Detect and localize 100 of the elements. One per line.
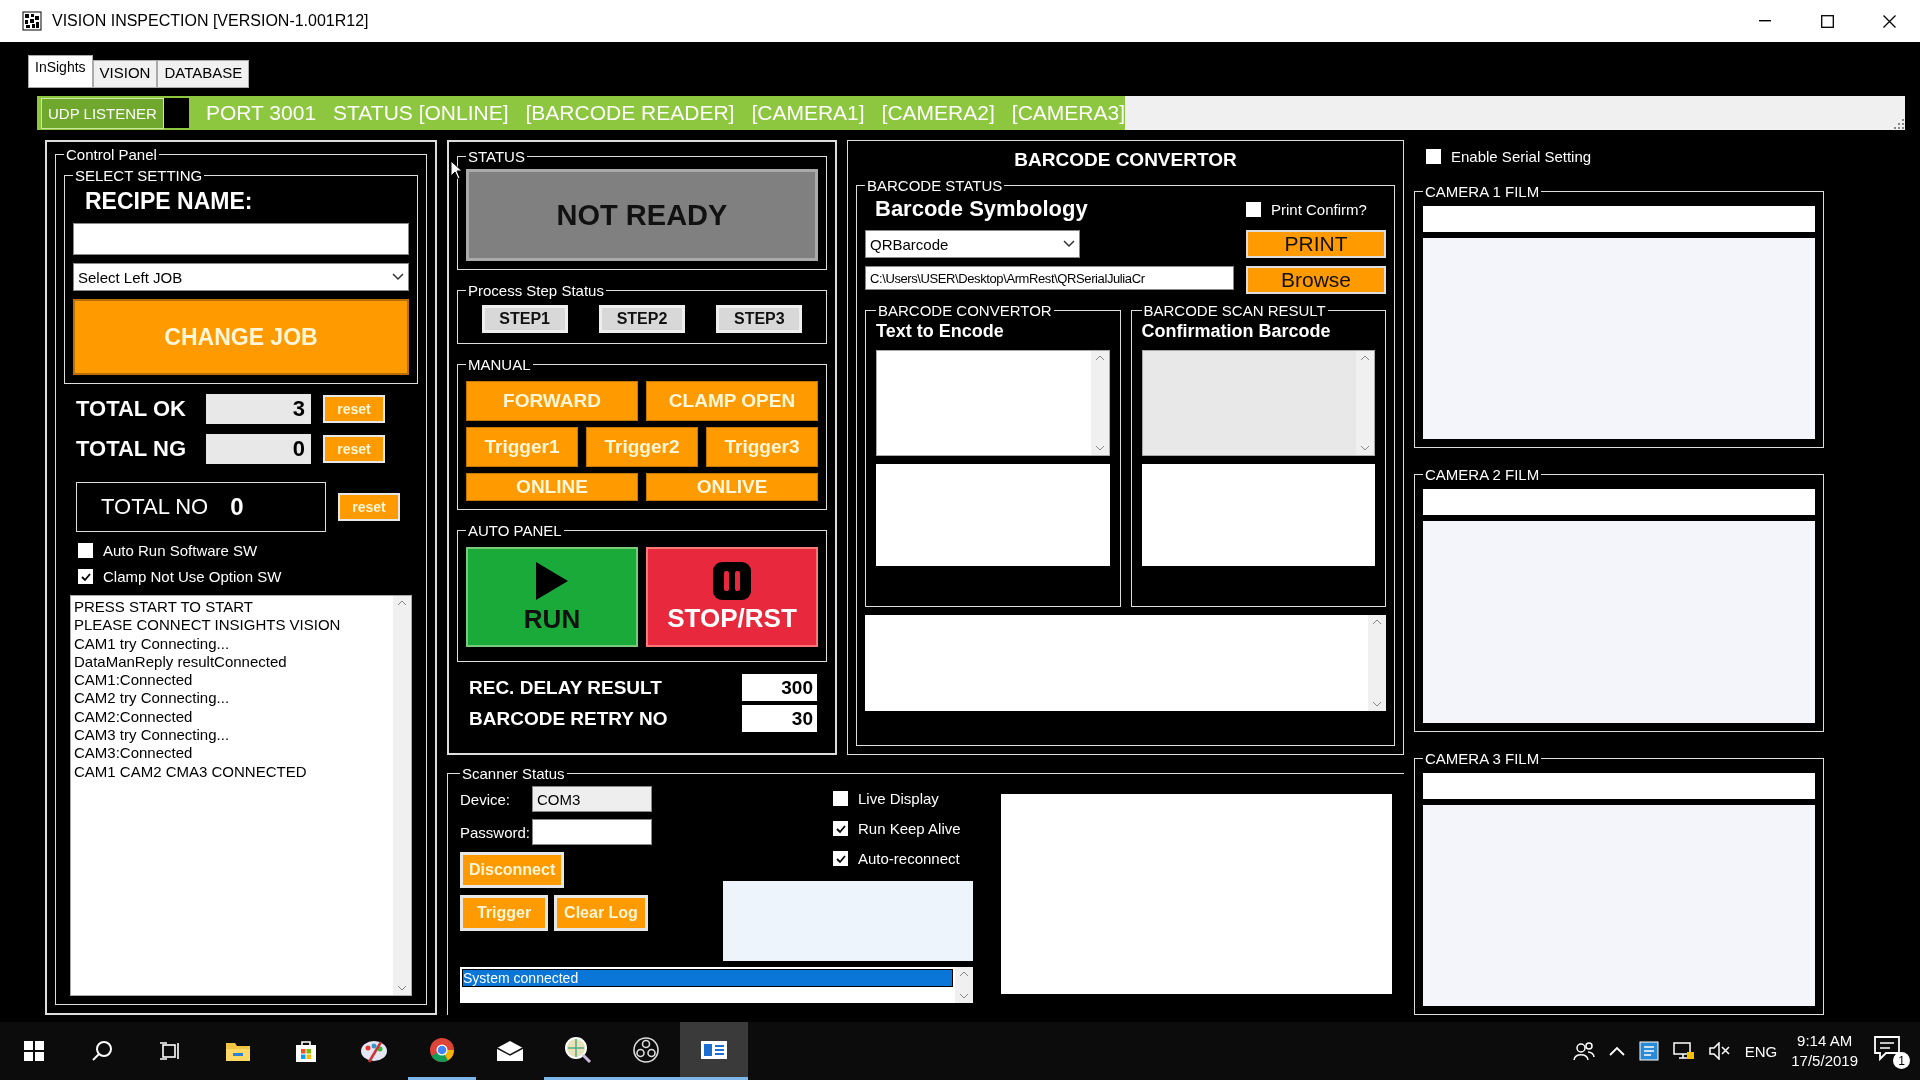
status-item: STATUS [ONLINE] xyxy=(333,101,509,125)
browser-icon[interactable] xyxy=(429,1036,455,1063)
search-icon[interactable] xyxy=(91,1040,113,1062)
scroll-up-icon[interactable] xyxy=(1372,619,1382,625)
checkbox[interactable] xyxy=(833,851,848,866)
magnifier-globe-icon[interactable] xyxy=(564,1035,592,1064)
log-line: CAM2:Connected xyxy=(74,707,194,727)
checkbox[interactable] xyxy=(78,569,93,584)
setting-field[interactable]: 300 xyxy=(742,674,817,701)
recipe-label: RECIPE NAME: xyxy=(84,188,254,215)
palette-icon[interactable] xyxy=(359,1038,389,1064)
counter-label: TOTAL NO xyxy=(101,494,209,520)
path-field[interactable]: C:\Users\USER\Desktop\ArmRest\QRSerialJuliaCr xyxy=(865,266,1234,290)
app-tray-icon[interactable] xyxy=(1638,1041,1659,1061)
minimize-icon[interactable] xyxy=(1759,20,1771,22)
run-button[interactable]: RUN xyxy=(466,547,638,647)
scroll-up-icon[interactable] xyxy=(1094,355,1105,361)
group-title: Process Step Status xyxy=(467,282,605,299)
listener-label: UDP LISTENER xyxy=(41,97,164,129)
network-icon[interactable] xyxy=(1672,1041,1695,1061)
checkbox[interactable] xyxy=(1246,201,1261,217)
symbology-label: Barcode Symbology xyxy=(874,196,1089,222)
scrollbar[interactable] xyxy=(1090,351,1109,455)
group-title: Control Panel xyxy=(65,146,158,163)
setting-field[interactable]: 30 xyxy=(742,705,817,732)
status-item: [CAMERA1] xyxy=(751,101,865,125)
group-title: CAMERA 2 FILM xyxy=(1424,466,1541,484)
checkbox[interactable] xyxy=(833,821,848,836)
group-title: AUTO PANEL xyxy=(467,522,563,539)
scroll-up-icon[interactable] xyxy=(1360,355,1370,361)
scroll-down-icon[interactable] xyxy=(1372,701,1382,707)
counter-value: 0 xyxy=(230,493,244,521)
people-icon[interactable] xyxy=(1572,1041,1595,1061)
status-item: [BARCODE READER] xyxy=(525,101,735,125)
counter-label: TOTAL OK xyxy=(76,396,187,422)
chevron-up-icon[interactable] xyxy=(1608,1046,1625,1056)
log-line: DataManReply resultConnected xyxy=(74,652,288,672)
disc-icon[interactable] xyxy=(633,1036,659,1063)
checkbox-label: Enable Serial Setting xyxy=(1451,148,1592,165)
speaker-muted-icon[interactable] xyxy=(1708,1042,1731,1060)
log-line: PRESS START TO START xyxy=(74,598,254,617)
close-icon[interactable] xyxy=(1882,14,1896,28)
envelope-icon[interactable] xyxy=(496,1040,524,1062)
scroll-down-icon[interactable] xyxy=(397,985,407,991)
group-title: CAMERA 1 FILM xyxy=(1424,183,1541,200)
shopping-bag-icon[interactable] xyxy=(294,1039,318,1063)
list-item[interactable]: System connected xyxy=(462,969,953,987)
symbology-dropdown[interactable]: QRBarcode xyxy=(865,230,1080,258)
window-title: VISION INSPECTION [VERSION-1.001R12] xyxy=(52,12,370,30)
mouse-pointer-icon xyxy=(450,160,464,180)
play-icon xyxy=(534,559,570,602)
scrollbar[interactable] xyxy=(1356,351,1374,455)
browse-button[interactable]: Browse xyxy=(1246,266,1386,294)
checkbox[interactable] xyxy=(1426,149,1441,164)
tab[interactable]: VISION xyxy=(92,60,158,88)
scrollbar[interactable] xyxy=(393,596,411,995)
step-button[interactable]: STEP3 xyxy=(716,305,803,333)
status-indicator: NOT READY xyxy=(466,169,818,261)
log-line: CAM3:Connected xyxy=(74,744,194,763)
log-line: CAM1 CAM2 CMA3 CONNECTED xyxy=(74,762,308,781)
clock-time[interactable]: 9:14 AM xyxy=(1797,1031,1853,1051)
tab[interactable]: DATABASE xyxy=(157,60,250,88)
checkbox[interactable] xyxy=(833,791,848,806)
step-button[interactable]: STEP1 xyxy=(481,305,568,333)
tab[interactable]: InSights xyxy=(28,55,93,88)
indicator-box xyxy=(163,98,189,128)
scroll-down-icon[interactable] xyxy=(1094,445,1105,451)
clock-date[interactable]: 17/5/2019 xyxy=(1791,1051,1858,1071)
device-field[interactable]: COM3 xyxy=(532,786,652,812)
checkbox-label: Auto-reconnect xyxy=(858,850,960,867)
group-title: CAMERA 3 FILM xyxy=(1424,749,1541,767)
start-icon[interactable] xyxy=(24,1041,44,1061)
scroll-up-icon[interactable] xyxy=(959,971,969,977)
field-label: Text to Encode xyxy=(876,321,1005,342)
scroll-down-icon[interactable] xyxy=(1360,445,1370,451)
counter-value: 0 xyxy=(206,434,311,464)
scroll-down-icon[interactable] xyxy=(959,993,969,999)
scroll-up-icon[interactable] xyxy=(397,600,407,606)
folder-icon[interactable] xyxy=(225,1040,251,1062)
recipe-field[interactable] xyxy=(73,223,409,255)
scrollbar[interactable] xyxy=(1368,615,1386,711)
log-line: CAM3 try Connecting... xyxy=(74,726,231,745)
job-dropdown[interactable]: Select Left JOB xyxy=(73,263,409,291)
resize-grip-icon[interactable] xyxy=(1893,118,1905,130)
panel-title: BARCODE CONVERTOR xyxy=(1013,148,1238,172)
step-button[interactable]: STEP2 xyxy=(599,305,685,333)
setting-label: REC. DELAY RESULT xyxy=(469,676,662,699)
maximize-icon[interactable] xyxy=(1820,14,1834,28)
stop-button[interactable]: STOP/RST xyxy=(646,547,818,647)
scrollbar[interactable] xyxy=(955,967,973,1003)
print-button[interactable]: PRINT xyxy=(1246,230,1386,258)
taskbar-button[interactable] xyxy=(680,1022,748,1080)
language-indicator[interactable]: ENG xyxy=(1744,1042,1778,1060)
status-item: [CAMERA3] xyxy=(1011,101,1125,125)
group-title: STATUS xyxy=(467,148,526,165)
task-view-icon[interactable] xyxy=(159,1041,181,1061)
password-field[interactable] xyxy=(532,819,652,845)
log-line: CAM1 try Connecting... xyxy=(74,634,231,653)
checkbox[interactable] xyxy=(78,543,93,558)
window-icon[interactable] xyxy=(700,1039,728,1060)
